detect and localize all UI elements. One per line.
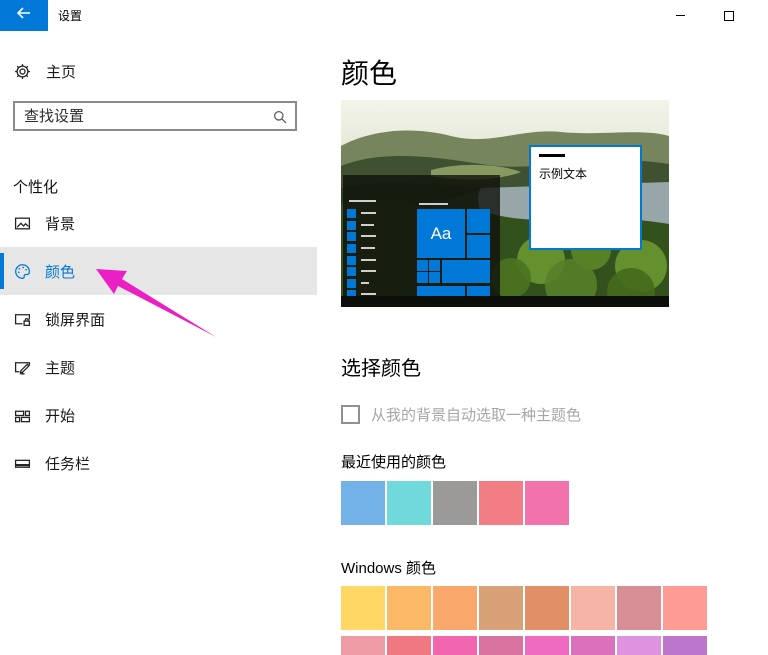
sidebar-item-label: 背景 <box>45 213 75 234</box>
minimize-icon <box>676 15 685 17</box>
start-list-header-line <box>349 200 376 202</box>
sidebar: 主页 个性化 背景 <box>0 31 317 655</box>
color-swatch[interactable] <box>387 586 431 630</box>
preview-tile <box>467 209 490 233</box>
sidebar-item-label: 颜色 <box>45 261 75 282</box>
preview-tile <box>417 286 465 296</box>
search-icon[interactable] <box>272 109 288 130</box>
sidebar-item-start[interactable]: 开始 <box>0 391 317 439</box>
start-list-square <box>347 221 356 230</box>
sidebar-item-label: 锁屏界面 <box>45 309 105 330</box>
gear-icon <box>14 63 31 80</box>
color-swatch[interactable] <box>341 636 385 655</box>
taskbar-icon <box>14 455 31 472</box>
back-arrow-icon <box>16 6 32 25</box>
color-swatch[interactable] <box>663 636 707 655</box>
sample-window-preview: 示例文本 <box>529 145 642 250</box>
sidebar-item-label: 任务栏 <box>45 453 90 474</box>
palette-icon <box>14 263 31 280</box>
start-list-square <box>347 279 356 288</box>
start-list-square <box>347 256 356 265</box>
sidebar-item-label: 主页 <box>46 61 76 82</box>
preview-tile <box>429 272 440 283</box>
start-list-square <box>347 232 356 241</box>
back-button[interactable] <box>0 0 48 31</box>
start-list-line <box>361 235 376 237</box>
auto-accent-checkbox-row: 从我的背景自动选取一种主题色 <box>341 404 581 425</box>
settings-window: 设置 主页 个性化 <box>0 0 768 655</box>
color-swatch[interactable] <box>663 586 707 630</box>
color-swatch[interactable] <box>433 636 477 655</box>
maximize-button[interactable] <box>706 0 752 31</box>
sidebar-item-label: 开始 <box>45 405 75 426</box>
color-swatch[interactable] <box>433 586 477 630</box>
start-list-line <box>361 282 369 284</box>
sidebar-item-colors[interactable]: 颜色 <box>0 247 317 295</box>
start-list-square <box>347 290 356 296</box>
accent-preview-tile: Aa <box>417 209 465 258</box>
auto-accent-checkbox[interactable] <box>341 405 360 424</box>
sidebar-item-taskbar[interactable]: 任务栏 <box>0 439 317 487</box>
recent-colors-label: 最近使用的颜色 <box>341 451 446 472</box>
window-title: 设置 <box>58 0 82 31</box>
section-personalization: 个性化 <box>13 176 58 197</box>
color-swatch[interactable] <box>525 481 569 525</box>
sidebar-item-background[interactable]: 背景 <box>0 199 317 247</box>
start-list-square <box>347 267 356 276</box>
minimize-button[interactable] <box>657 0 703 31</box>
windows-colors-row-1 <box>341 586 707 630</box>
start-list-square <box>347 209 356 218</box>
color-swatch[interactable] <box>387 481 431 525</box>
auto-accent-checkbox-label: 从我的背景自动选取一种主题色 <box>371 404 581 425</box>
themes-icon <box>14 359 31 376</box>
choose-color-heading: 选择颜色 <box>341 352 421 381</box>
start-list-line <box>361 259 376 261</box>
page-title: 颜色 <box>341 52 397 92</box>
color-swatch[interactable] <box>479 586 523 630</box>
start-list-line <box>361 224 374 226</box>
color-swatch[interactable] <box>571 636 615 655</box>
titlebar: 设置 <box>0 0 768 31</box>
preview-tile <box>429 260 440 271</box>
sidebar-item-home[interactable]: 主页 <box>0 56 317 86</box>
preview-tile <box>467 286 490 296</box>
lock-screen-icon <box>14 311 31 328</box>
color-swatch[interactable] <box>617 636 661 655</box>
search-box <box>13 101 297 131</box>
color-swatch[interactable] <box>617 586 661 630</box>
preview-tile <box>467 235 490 258</box>
search-input[interactable] <box>15 103 295 129</box>
start-list-line <box>361 212 376 214</box>
sample-window-title-line <box>539 154 565 157</box>
start-list-line <box>361 247 375 249</box>
background-image-icon <box>14 215 31 232</box>
start-list-line <box>361 270 376 272</box>
windows-colors-row-2 <box>341 636 707 655</box>
color-swatch[interactable] <box>479 636 523 655</box>
color-swatch[interactable] <box>525 586 569 630</box>
start-tiles-icon <box>14 407 31 424</box>
theme-preview: Aa 示例文本 <box>341 100 669 307</box>
color-swatch[interactable] <box>571 586 615 630</box>
windows-colors-label: Windows 颜色 <box>341 557 436 578</box>
tile-group-line <box>419 203 448 205</box>
sidebar-item-themes[interactable]: 主题 <box>0 343 317 391</box>
sidebar-item-lockscreen[interactable]: 锁屏界面 <box>0 295 317 343</box>
color-swatch[interactable] <box>341 481 385 525</box>
color-swatch[interactable] <box>433 481 477 525</box>
start-list-line <box>361 293 376 295</box>
main-content: 颜色 <box>341 31 768 655</box>
maximize-icon <box>724 11 734 21</box>
start-list-square <box>347 244 356 253</box>
sample-text: 示例文本 <box>539 165 587 182</box>
sidebar-item-label: 主题 <box>45 357 75 378</box>
preview-tile <box>442 260 490 283</box>
recent-colors-row <box>341 481 569 525</box>
preview-tile <box>417 272 428 283</box>
color-swatch[interactable] <box>479 481 523 525</box>
color-swatch[interactable] <box>341 586 385 630</box>
preview-tile <box>417 260 428 271</box>
color-swatch[interactable] <box>387 636 431 655</box>
color-swatch[interactable] <box>525 636 569 655</box>
